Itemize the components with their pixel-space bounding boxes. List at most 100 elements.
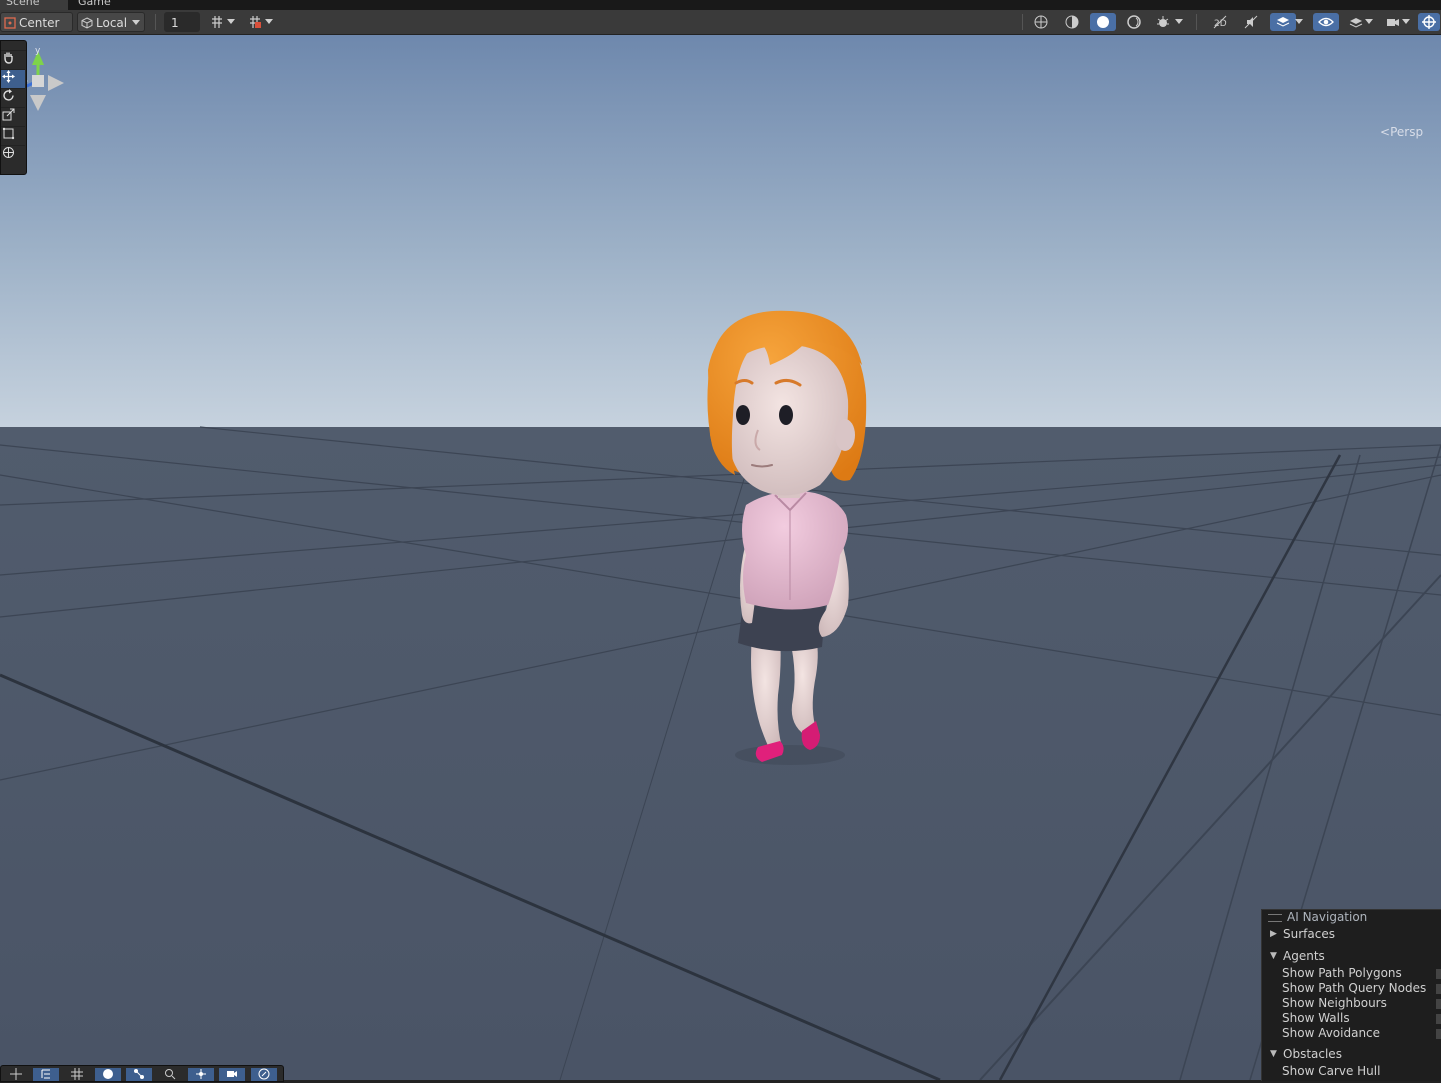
bottom-tree-button[interactable] (33, 1068, 59, 1081)
eye-icon (1318, 17, 1334, 27)
projection-toggle[interactable]: <Persp (1380, 125, 1423, 139)
hand-tool[interactable] (1, 51, 25, 70)
surfaces-section[interactable]: ▶ Surfaces (1262, 925, 1441, 943)
show-carve-hull-label: Show Carve Hull (1282, 1064, 1381, 1078)
move-tool[interactable] (1, 70, 25, 89)
2d-toggle[interactable]: 2D (1207, 13, 1233, 31)
surfaces-label: Surfaces (1283, 927, 1335, 941)
checkbox[interactable] (1436, 1014, 1441, 1024)
scene-viewport[interactable]: y z <Persp (0, 35, 1441, 1080)
move-icon (10, 1068, 22, 1080)
grid-snap-value: 1 (171, 16, 179, 30)
scale-tool[interactable] (1, 108, 25, 127)
checkbox[interactable] (1436, 999, 1441, 1009)
chevron-down-icon (1365, 19, 1373, 24)
bottom-camera-button[interactable] (219, 1068, 245, 1081)
globe-icon (1034, 15, 1048, 29)
show-path-query-nodes-label: Show Path Query Nodes (1282, 981, 1427, 995)
scene-visibility-toggle[interactable] (1313, 13, 1339, 31)
pivot-rotation-label: Local (96, 16, 128, 30)
ai-navigation-header[interactable]: AI Navigation (1262, 910, 1441, 925)
shaded-button[interactable] (1090, 13, 1116, 31)
nav-icon (134, 1069, 144, 1079)
chevron-down-icon (1295, 19, 1303, 24)
lit-sphere-icon (1097, 16, 1109, 28)
chevron-down-icon (265, 19, 273, 24)
checkbox[interactable] (1436, 1029, 1441, 1039)
debug-draw-dropdown[interactable] (1172, 13, 1186, 31)
scene-render (0, 35, 1441, 1080)
show-path-query-nodes-toggle[interactable]: Show Path Query Nodes (1262, 981, 1441, 996)
tab-strip: Scene Game (0, 0, 1441, 10)
overlay-grip[interactable] (1, 41, 26, 51)
shaded-wireframe-button[interactable] (1059, 13, 1085, 31)
agents-section[interactable]: ▼ Agents (1262, 946, 1441, 966)
svg-text:2D: 2D (1214, 19, 1227, 29)
chevron-down-icon (1402, 19, 1410, 24)
tab-scene[interactable]: Scene (0, 0, 68, 10)
checkbox[interactable] (1436, 984, 1441, 994)
transform-icon (3, 147, 14, 158)
increment-snap-icon (250, 16, 261, 28)
wireframe-button[interactable] (1121, 13, 1147, 31)
path-icon (196, 1069, 206, 1079)
bottom-compass-button[interactable] (251, 1068, 277, 1081)
agents-label: Agents (1283, 949, 1325, 963)
snap-grid-icon (212, 16, 222, 28)
show-neighbours-label: Show Neighbours (1282, 996, 1387, 1010)
camera-icon (1387, 19, 1399, 26)
bottom-sphere-button[interactable] (95, 1068, 121, 1081)
layers-icon (1276, 17, 1290, 27)
bottom-move-button[interactable] (3, 1068, 29, 1081)
show-neighbours-toggle[interactable]: Show Neighbours (1262, 996, 1441, 1011)
rect-icon (2, 127, 15, 140)
scale-icon (2, 108, 15, 121)
audio-toggle[interactable] (1238, 13, 1264, 31)
bottom-grid-button[interactable] (64, 1068, 90, 1081)
pivot-mode-dropdown[interactable]: Center (0, 12, 73, 45)
bottom-nav-button[interactable] (126, 1068, 152, 1081)
toolbar-separator (1196, 14, 1197, 30)
sphere-shading-icon (1065, 15, 1079, 29)
show-walls-toggle[interactable]: Show Walls (1262, 1011, 1441, 1026)
gizmos-toggle[interactable] (1418, 13, 1440, 31)
compass-icon (258, 1068, 270, 1080)
rect-tool[interactable] (1, 127, 25, 146)
debug-icon (1157, 16, 1169, 27)
chevron-right-icon: ▶ (1270, 929, 1277, 939)
tab-game-label: Game (78, 0, 111, 8)
move-icon (2, 70, 15, 83)
overlay-grip[interactable] (1268, 914, 1282, 922)
layers-dropdown[interactable] (1362, 13, 1376, 31)
grid-snap-input[interactable]: 1 (164, 12, 200, 32)
ai-navigation-title: AI Navigation (1287, 910, 1368, 924)
globe-button[interactable] (1028, 13, 1054, 31)
camera-icon (227, 1071, 237, 1077)
bottom-path-button[interactable] (188, 1068, 214, 1081)
chevron-down-icon: ▼ (1270, 1049, 1277, 1059)
increment-snap-dropdown[interactable] (262, 13, 276, 31)
effects-dropdown[interactable] (1292, 13, 1306, 31)
show-avoidance-toggle[interactable]: Show Avoidance (1262, 1026, 1441, 1041)
rotate-tool[interactable] (1, 89, 25, 108)
scene-toolbar: Center Local 1 2D (0, 10, 1441, 45)
transform-tool[interactable] (1, 146, 25, 165)
hand-icon (4, 52, 13, 64)
show-path-polygons-toggle[interactable]: Show Path Polygons (1262, 966, 1441, 981)
audio-off-icon (1244, 15, 1258, 29)
checkbox[interactable] (1436, 969, 1441, 979)
camera-dropdown[interactable] (1399, 13, 1413, 31)
layers-dropdown-icon (1349, 18, 1363, 28)
show-avoidance-label: Show Avoidance (1282, 1026, 1381, 1040)
fx-off-icon: 2D (1213, 15, 1227, 29)
bottom-search-button[interactable] (157, 1068, 183, 1081)
tab-scene-label: Scene (6, 0, 40, 8)
ai-navigation-overlay: AI Navigation ▶ Surfaces ▼ Agents Show Pat… (1261, 909, 1441, 1081)
pivot-rotation-dropdown[interactable]: Local (77, 12, 145, 32)
show-carve-hull-toggle[interactable]: Show Carve Hull (1262, 1064, 1441, 1079)
obstacles-section[interactable]: ▼ Obstacles (1262, 1044, 1441, 1064)
tree-icon (41, 1069, 50, 1079)
tab-game[interactable]: Game (72, 0, 117, 10)
rotate-icon (3, 89, 14, 101)
grid-snap-dropdown[interactable] (224, 13, 238, 31)
